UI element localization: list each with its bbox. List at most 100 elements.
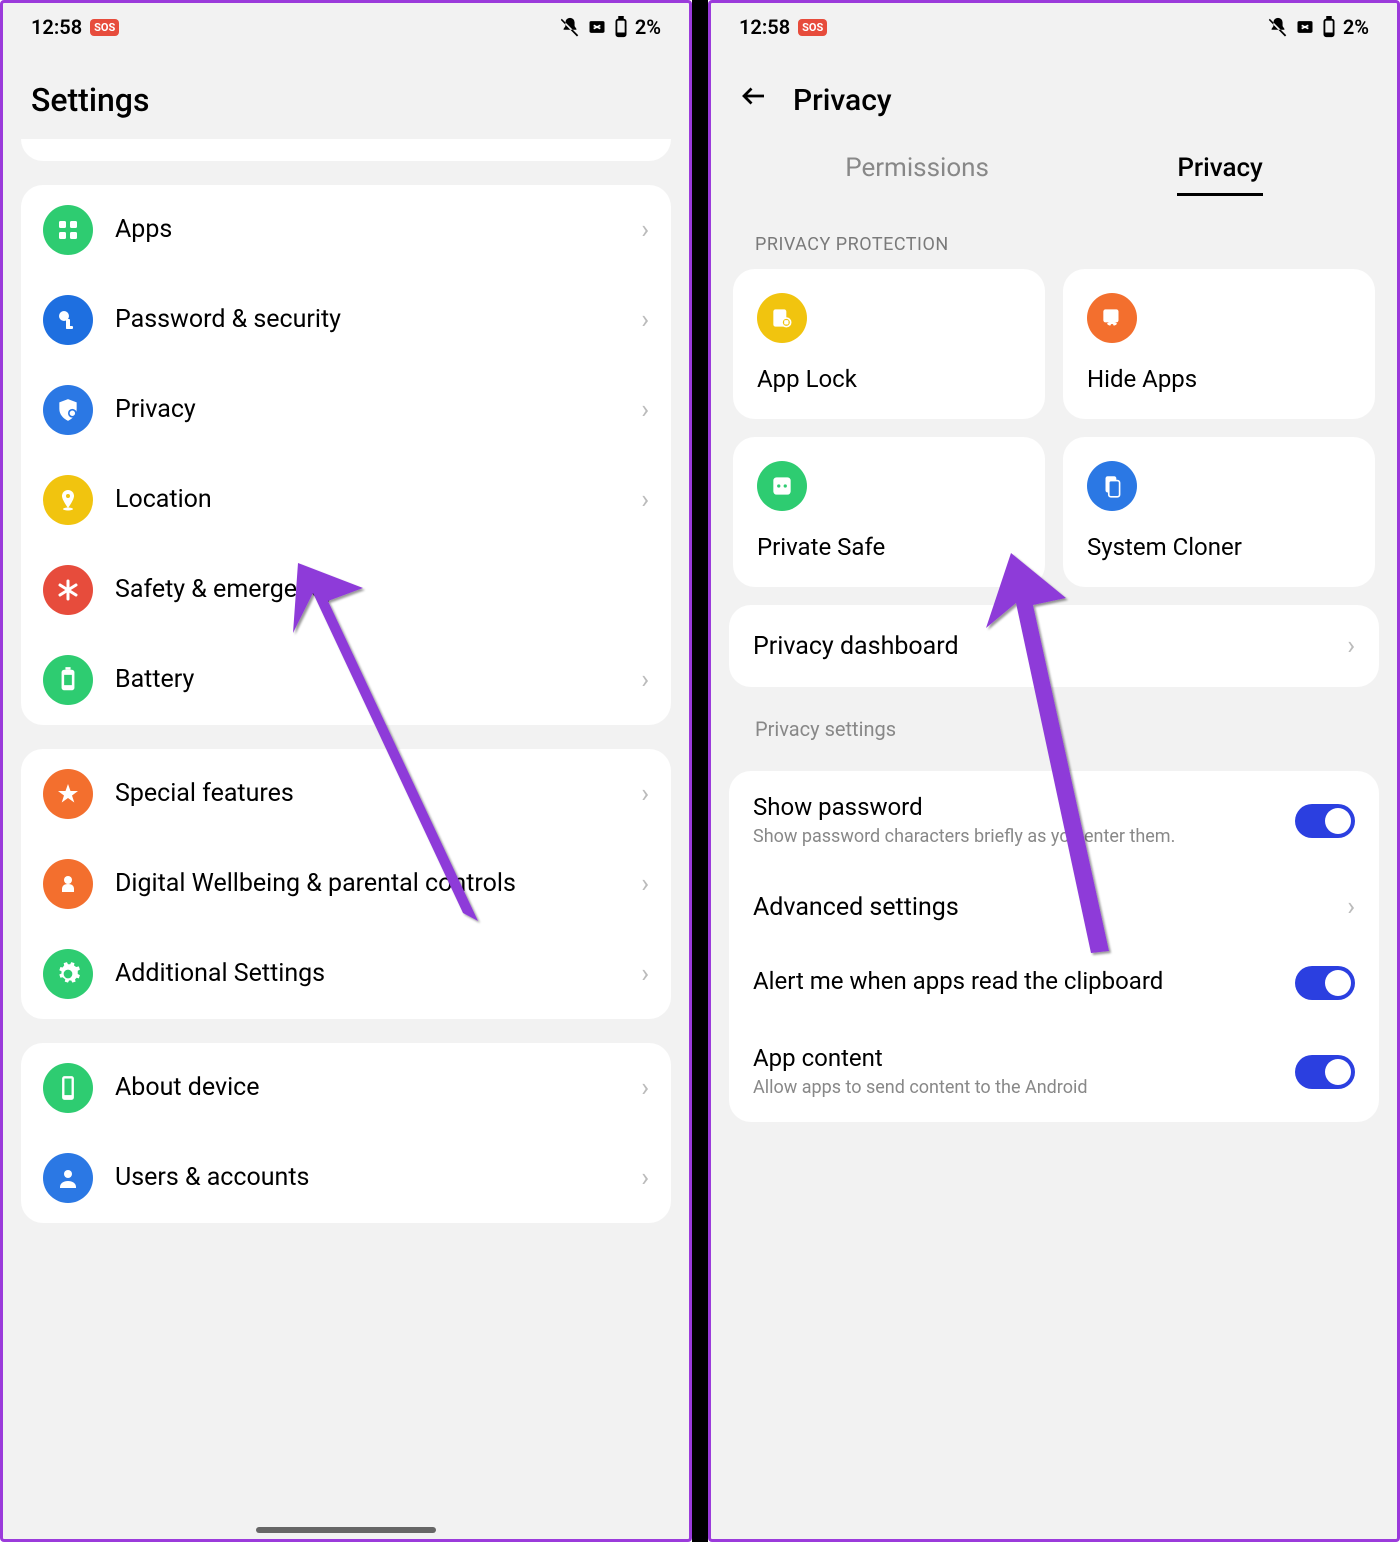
mute-icon	[559, 16, 581, 38]
tile-label: System Cloner	[1087, 533, 1351, 561]
chevron-right-icon: ›	[641, 959, 649, 989]
hide-icon	[1087, 293, 1137, 343]
settings-group-3: About device › Users & accounts ›	[21, 1043, 671, 1223]
row-label: Battery	[115, 664, 619, 695]
row-label: Digital Wellbeing & parental controls	[115, 868, 619, 899]
tile-label: App Lock	[757, 365, 1021, 393]
battery-percent: 2%	[1343, 15, 1369, 39]
tile-system-cloner[interactable]: System Cloner	[1063, 437, 1375, 587]
row-show-password[interactable]: Show password Show password characters b…	[729, 771, 1379, 870]
label: Advanced settings	[753, 893, 959, 922]
back-button[interactable]	[739, 81, 769, 119]
shield-icon	[43, 385, 93, 435]
row-label: Location	[115, 484, 619, 515]
title: Show password	[753, 793, 1275, 821]
row-label: Users & accounts	[115, 1162, 619, 1193]
chevron-right-icon: ›	[641, 1073, 649, 1103]
row-battery[interactable]: Battery ›	[21, 635, 671, 725]
key-icon	[43, 295, 93, 345]
page-title: Settings	[3, 51, 689, 139]
safe-icon	[757, 461, 807, 511]
tile-label: Private Safe	[757, 533, 1021, 561]
row-label: Safety & emergency	[115, 574, 649, 605]
chevron-right-icon: ›	[641, 1163, 649, 1193]
page-title: Privacy	[793, 83, 892, 118]
status-time: 12:58	[31, 15, 82, 39]
chevron-right-icon: ›	[1347, 892, 1355, 922]
battery-icon	[1321, 16, 1337, 38]
status-time: 12:58	[739, 15, 790, 39]
section-privacy-protection: PRIVACY PROTECTION	[729, 196, 1379, 269]
row-special-features[interactable]: Special features ›	[21, 749, 671, 839]
tile-private-safe[interactable]: Private Safe	[733, 437, 1045, 587]
row-about-device[interactable]: About device ›	[21, 1043, 671, 1133]
asterisk-icon	[43, 565, 93, 615]
row-digital-wellbeing[interactable]: Digital Wellbeing & parental controls ›	[21, 839, 671, 929]
row-label: Password & security	[115, 304, 619, 335]
apps-icon	[43, 205, 93, 255]
tab-permissions[interactable]: Permissions	[845, 153, 989, 196]
privacy-scroll[interactable]: PRIVACY PROTECTION App Lock Hide Apps Pr…	[711, 196, 1397, 1162]
toggle-on[interactable]	[1295, 1055, 1355, 1089]
sos-badge: SOS	[90, 19, 119, 36]
row-safety-emergency[interactable]: Safety & emergency	[21, 545, 671, 635]
status-bar: 12:58 SOS 2%	[711, 3, 1397, 51]
chevron-right-icon: ›	[1347, 631, 1355, 661]
row-advanced-settings[interactable]: Advanced settings ›	[729, 870, 1379, 944]
subtitle: Allow apps to send content to the Androi…	[753, 1076, 1275, 1099]
chevron-right-icon: ›	[641, 215, 649, 245]
row-additional-settings[interactable]: Additional Settings ›	[21, 929, 671, 1019]
gear-icon	[43, 949, 93, 999]
row-apps[interactable]: Apps ›	[21, 185, 671, 275]
heart-icon	[43, 859, 93, 909]
battery-icon	[613, 16, 629, 38]
tile-label: Hide Apps	[1087, 365, 1351, 393]
row-label: Additional Settings	[115, 958, 619, 989]
settings-scroll[interactable]: Apps › Password & security › Privacy › L…	[3, 139, 689, 1263]
row-users-accounts[interactable]: Users & accounts ›	[21, 1133, 671, 1223]
tile-hide-apps[interactable]: Hide Apps	[1063, 269, 1375, 419]
chevron-right-icon: ›	[641, 305, 649, 335]
row-label: Special features	[115, 778, 619, 809]
applock-icon	[757, 293, 807, 343]
device-icon	[43, 1063, 93, 1113]
toggle-on[interactable]	[1295, 966, 1355, 1000]
title: Alert me when apps read the clipboard	[753, 967, 1275, 995]
row-app-content[interactable]: App content Allow apps to send content t…	[729, 1022, 1379, 1121]
row-privacy-dashboard[interactable]: Privacy dashboard ›	[729, 605, 1379, 687]
row-label: Privacy	[115, 394, 619, 425]
privacy-settings-card: Show password Show password characters b…	[729, 771, 1379, 1122]
battery-percent: 2%	[635, 15, 661, 39]
subtitle: Show password characters briefly as you …	[753, 825, 1275, 848]
star-icon	[43, 769, 93, 819]
row-password-security[interactable]: Password & security ›	[21, 275, 671, 365]
tab-privacy[interactable]: Privacy	[1177, 153, 1262, 196]
section-privacy-settings: Privacy settings	[729, 687, 1379, 747]
settings-group-2: Special features › Digital Wellbeing & p…	[21, 749, 671, 1019]
image-divider	[692, 0, 708, 1542]
pin-icon	[43, 475, 93, 525]
chevron-right-icon: ›	[641, 665, 649, 695]
toggle-on[interactable]	[1295, 804, 1355, 838]
row-label: About device	[115, 1072, 619, 1103]
chevron-right-icon: ›	[641, 485, 649, 515]
battery-icon	[43, 655, 93, 705]
row-privacy[interactable]: Privacy ›	[21, 365, 671, 455]
status-bar: 12:58 SOS 2%	[3, 3, 689, 51]
sos-badge: SOS	[798, 19, 827, 36]
home-indicator[interactable]	[256, 1527, 436, 1533]
phone-settings: 12:58 SOS 2% Settings Apps ›	[0, 0, 692, 1542]
chevron-right-icon: ›	[641, 395, 649, 425]
row-label: Apps	[115, 214, 619, 245]
card-partial-top	[21, 139, 671, 161]
tabs: Permissions Privacy	[711, 129, 1397, 196]
row-alert-clipboard[interactable]: Alert me when apps read the clipboard	[729, 944, 1379, 1022]
protection-tiles: App Lock Hide Apps Private Safe System C…	[729, 269, 1379, 587]
row-location[interactable]: Location ›	[21, 455, 671, 545]
no-sim-icon	[1295, 17, 1315, 37]
clone-icon	[1087, 461, 1137, 511]
label: Privacy dashboard	[753, 632, 959, 661]
settings-group-1: Apps › Password & security › Privacy › L…	[21, 185, 671, 725]
privacy-header: Privacy	[711, 51, 1397, 129]
tile-app-lock[interactable]: App Lock	[733, 269, 1045, 419]
